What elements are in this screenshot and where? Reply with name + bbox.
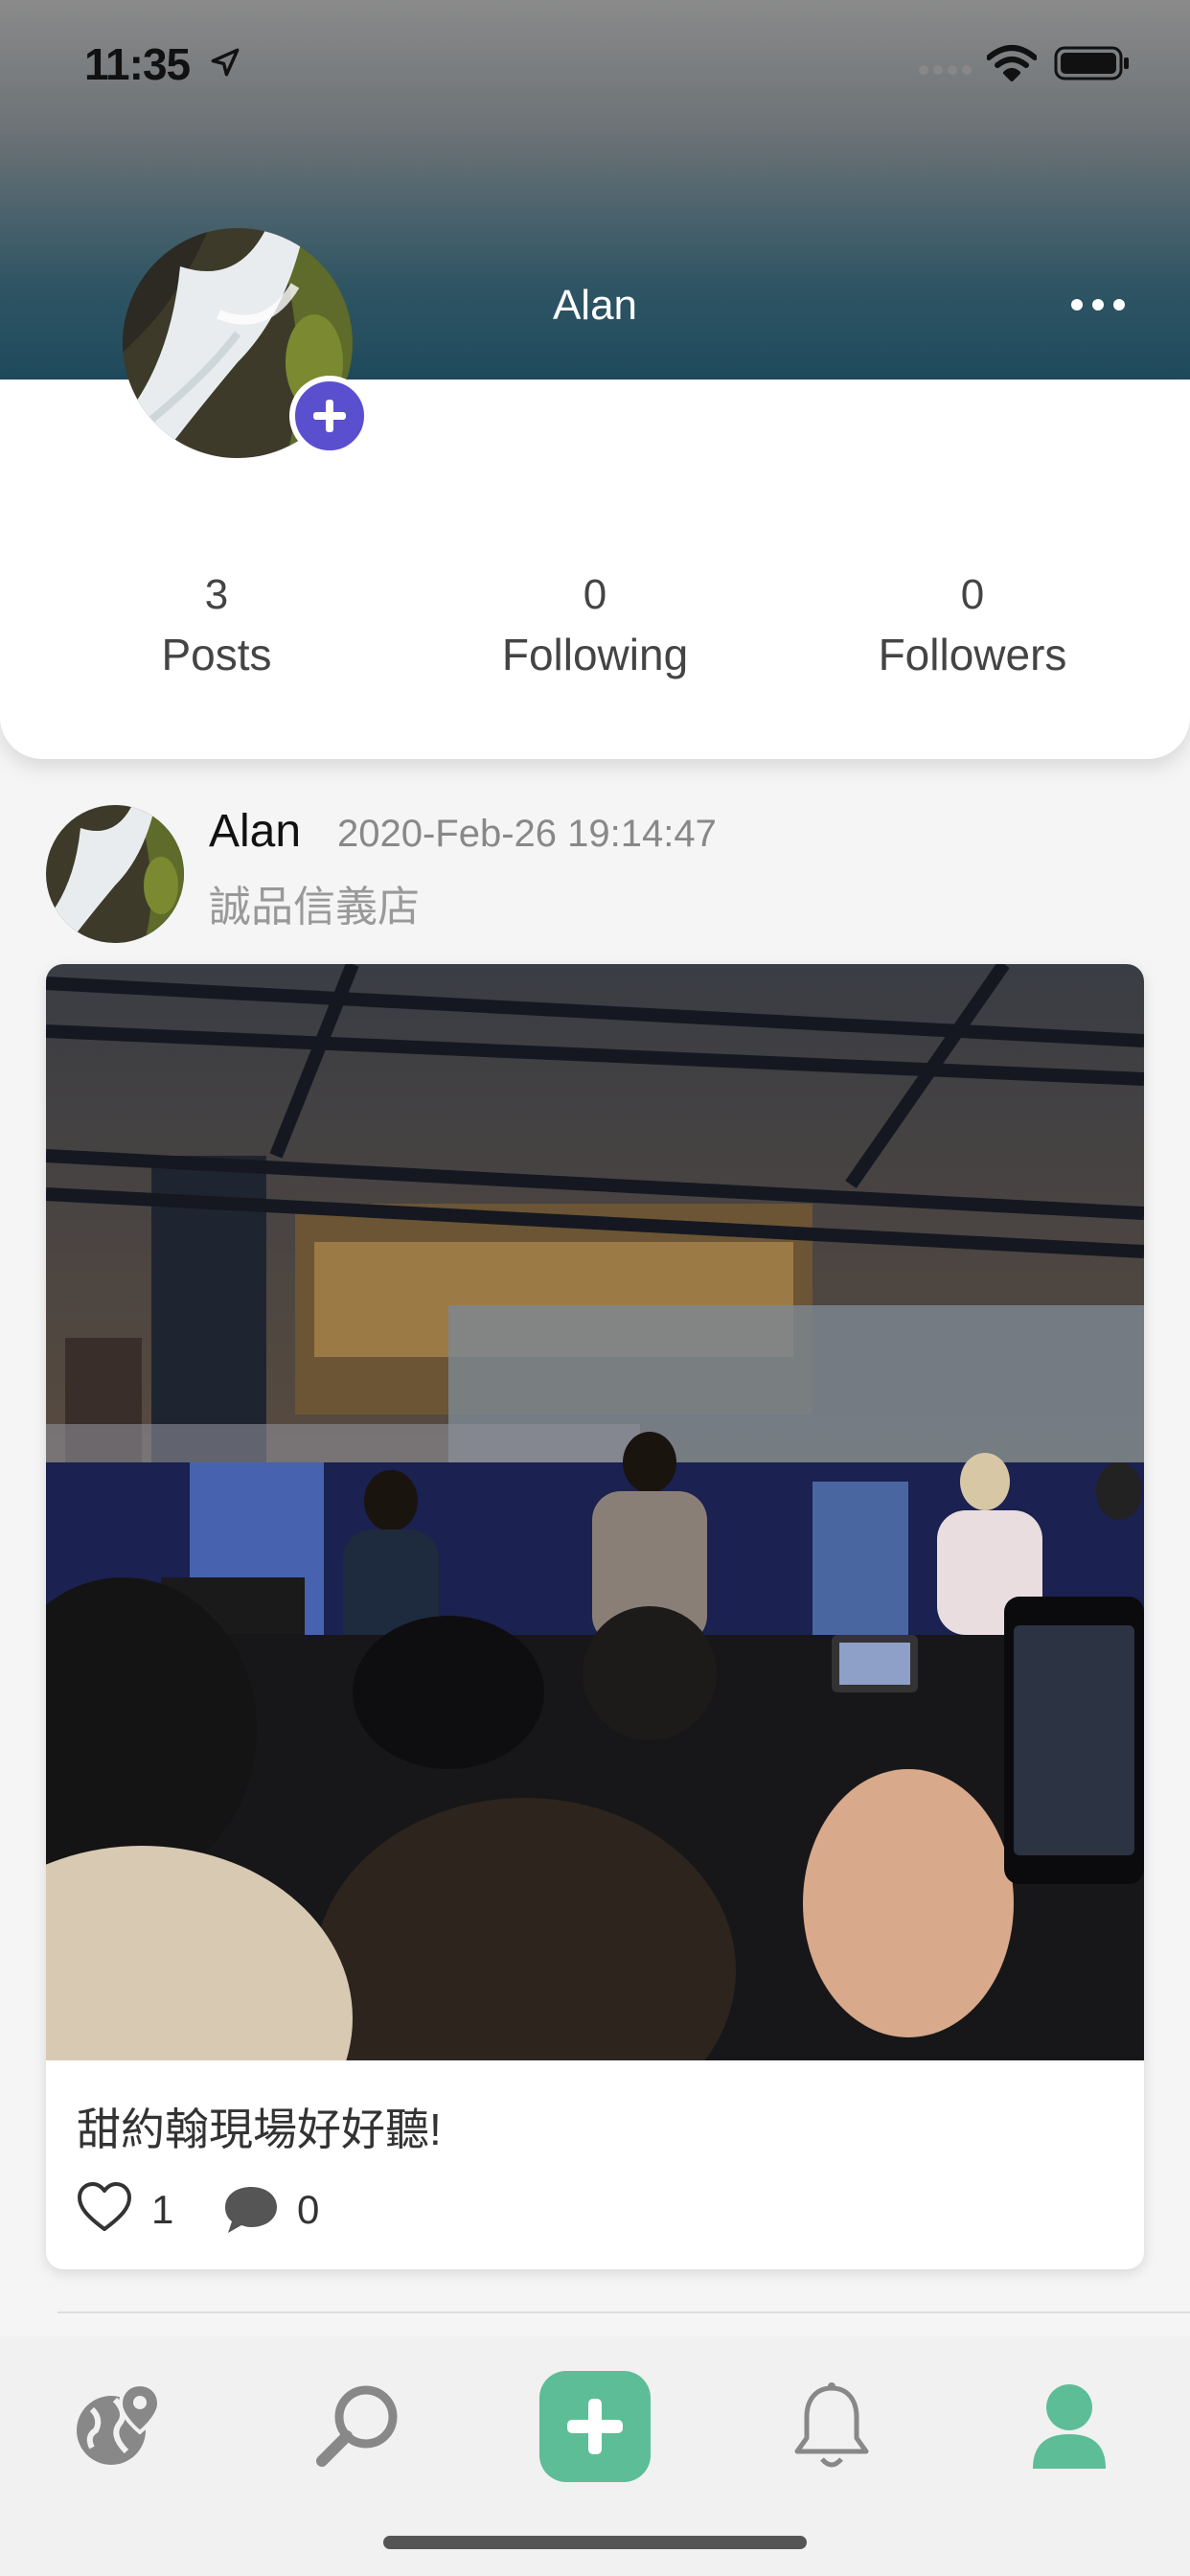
plus-icon	[313, 400, 346, 432]
add-avatar-button[interactable]	[289, 376, 370, 456]
status-time: 11:35	[84, 39, 191, 89]
stat-label: Followers	[878, 630, 1067, 679]
add-post-icon	[539, 2371, 651, 2482]
like-count: 1	[151, 2187, 174, 2232]
post-card[interactable]: 甜約翰現場好好聽! 1 0	[46, 964, 1144, 2269]
profile-icon	[1033, 2384, 1106, 2469]
post-caption: 甜約翰現場好好聽!	[77, 2104, 442, 2154]
stat-following[interactable]: 0 Following	[423, 571, 767, 680]
stat-posts[interactable]: 3 Posts	[44, 571, 389, 680]
post-location[interactable]: 誠品信義店	[209, 872, 420, 933]
stat-label: Following	[501, 630, 689, 679]
location-arrow-icon	[211, 48, 240, 77]
comment-count: 0	[297, 2187, 320, 2232]
battery-icon	[1054, 46, 1129, 80]
stat-value: 0	[583, 571, 607, 618]
status-bar: 11:35	[0, 0, 1190, 126]
tab-notifications[interactable]	[755, 2359, 908, 2494]
search-icon	[316, 2385, 398, 2467]
stat-value: 0	[960, 571, 985, 618]
tab-search[interactable]	[280, 2359, 433, 2494]
wifi-icon	[987, 45, 1037, 81]
comment-icon[interactable]	[222, 2183, 280, 2237]
tab-explore[interactable]	[42, 2359, 195, 2494]
post-timestamp: 2020-Feb-26 19:14:47	[337, 813, 717, 855]
heart-icon[interactable]	[77, 2181, 132, 2233]
post-photo[interactable]	[46, 964, 1144, 2060]
stat-value: 3	[204, 571, 229, 618]
home-indicator[interactable]	[383, 2536, 807, 2549]
stat-followers[interactable]: 0 Followers	[800, 571, 1145, 680]
divider	[57, 2312, 1190, 2313]
post-author-name[interactable]: Alan	[209, 805, 301, 858]
cellular-signal-icon	[919, 65, 972, 75]
more-options-icon[interactable]	[1064, 284, 1133, 326]
tab-add-post[interactable]	[518, 2359, 672, 2494]
post-author-avatar[interactable]	[46, 805, 184, 943]
globe-pin-icon	[77, 2381, 162, 2465]
stat-label: Posts	[161, 630, 272, 679]
bell-icon	[794, 2382, 869, 2468]
tab-profile[interactable]	[993, 2359, 1146, 2494]
